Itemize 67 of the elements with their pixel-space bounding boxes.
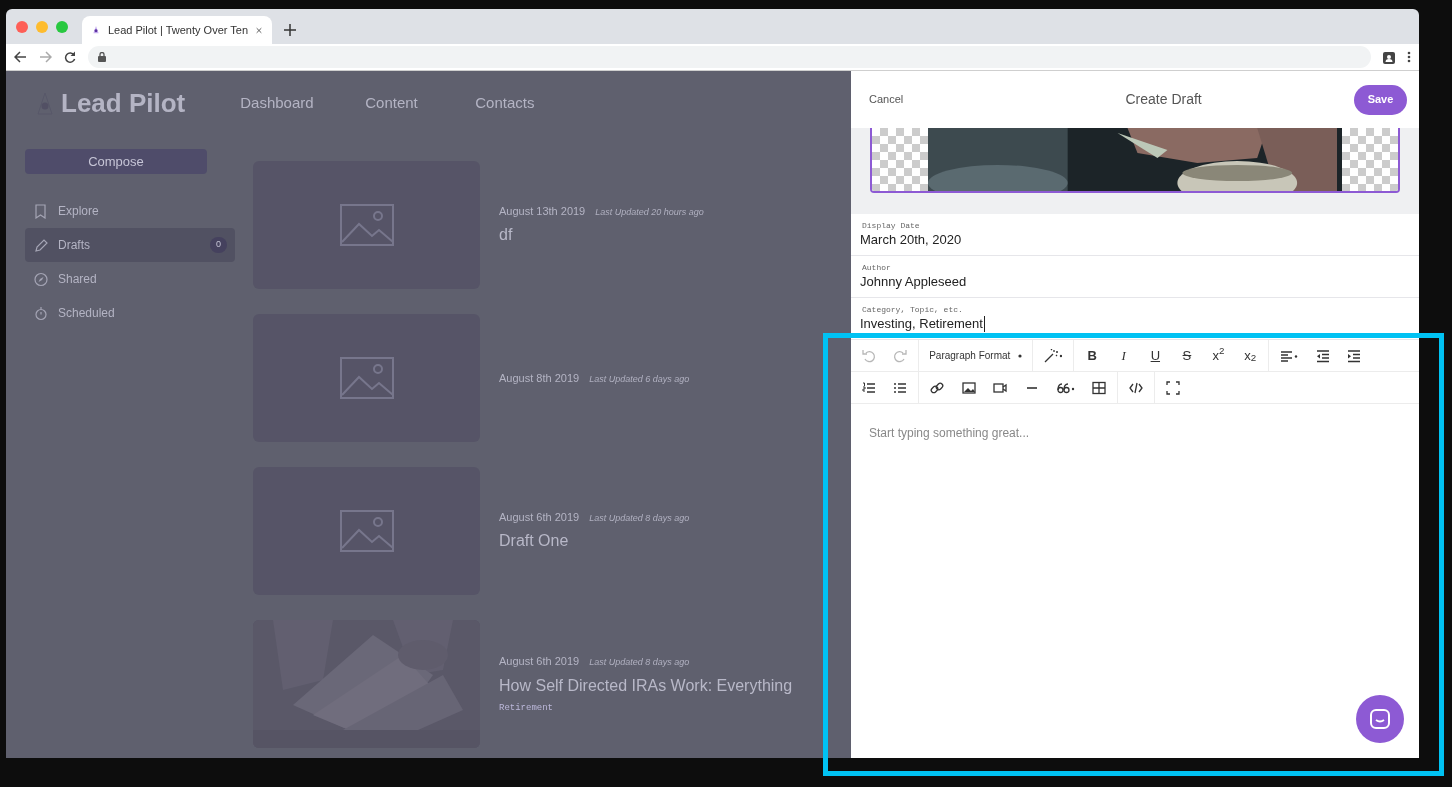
new-tab-icon[interactable] (284, 24, 296, 36)
code-icon[interactable] (1128, 380, 1143, 395)
field-label: Category, Topic, etc. (862, 304, 964, 316)
compass-icon (34, 271, 48, 287)
menu-icon[interactable] (1407, 51, 1411, 63)
thumbnail-placeholder[interactable] (253, 161, 480, 289)
quote-icon[interactable] (1056, 380, 1075, 395)
stopwatch-icon (34, 305, 48, 321)
cancel-button[interactable]: Cancel (869, 91, 904, 108)
sidebar-item[interactable]: Drafts 0 (25, 228, 235, 262)
caret-icon (1018, 353, 1023, 358)
outdent-icon[interactable] (1315, 348, 1330, 363)
post-tag: Retirement (499, 701, 793, 715)
updated-time: Last Updated 8 days ago (589, 656, 690, 669)
post-date: August 13th 2019 (499, 203, 586, 219)
panel-title: Create Draft (1125, 90, 1202, 109)
numbered-list-icon[interactable] (861, 380, 876, 395)
link-icon[interactable] (930, 380, 944, 395)
pencil-icon (34, 237, 48, 253)
save-button[interactable]: Save (1354, 84, 1407, 115)
count-badge: 0 (210, 237, 227, 253)
underline-button[interactable]: U (1139, 340, 1172, 371)
reload-icon[interactable] (64, 51, 76, 63)
image-placeholder-icon (339, 510, 394, 552)
updated-time: Last Updated 8 days ago (589, 511, 690, 525)
subscript-button[interactable]: x$_{2}$ (1234, 340, 1266, 371)
compose-button[interactable]: Compose (25, 149, 207, 174)
address-field[interactable] (88, 46, 1371, 68)
table-icon[interactable] (1092, 380, 1107, 395)
editor-field[interactable]: Start typing something great... (851, 404, 1419, 758)
post-date: August 6th 2019 (499, 654, 580, 669)
image-placeholder-icon (339, 204, 394, 246)
updated-time: Last Updated 6 days ago (589, 372, 690, 386)
thumbnail-placeholder[interactable] (253, 314, 480, 442)
field-label: Display Date (862, 220, 921, 232)
image-placeholder-icon (339, 357, 394, 399)
logo: Lead Pilot (61, 87, 186, 120)
bulleted-list-icon[interactable] (893, 380, 908, 395)
magic-wand-icon[interactable] (1044, 348, 1063, 363)
strikethrough-button[interactable]: S (1171, 340, 1203, 371)
field-label: Author (862, 262, 892, 274)
tab-title: Lead Pilot | Twenty Over Ten (108, 22, 248, 38)
indent-icon[interactable] (1347, 348, 1362, 363)
back-icon[interactable] (14, 51, 27, 63)
align-left-icon[interactable] (1279, 348, 1298, 363)
video-icon[interactable] (993, 380, 1008, 395)
lock-icon (98, 52, 106, 62)
fullscreen-icon[interactable] (1165, 380, 1180, 395)
bold-button[interactable]: B (1076, 340, 1108, 371)
italic-button[interactable]: I (1107, 340, 1140, 371)
post-date: August 8th 2019 (499, 370, 580, 386)
input-field[interactable]: Investing, Retirement (860, 316, 985, 332)
format-dropdown[interactable]: Paragraph Format (921, 340, 1031, 371)
input-field[interactable]: Johnny Appleseed (860, 274, 968, 290)
chat-icon (1370, 709, 1390, 729)
rocket-icon (92, 24, 100, 36)
image-icon[interactable] (961, 380, 976, 395)
close-icon[interactable] (256, 25, 262, 35)
bookmark-icon (34, 203, 48, 219)
browser-tab[interactable]: Lead Pilot | Twenty Over Ten (82, 16, 272, 44)
thumbnail-placeholder[interactable] (253, 467, 480, 595)
superscript-button[interactable]: x$^{2}$ (1202, 340, 1235, 371)
updated-time: Last Updated 20 hours ago (595, 205, 704, 219)
image-preview[interactable] (870, 128, 1400, 193)
post-date: August 6th 2019 (499, 509, 580, 525)
contact-card-icon[interactable] (1383, 50, 1395, 64)
input-field[interactable]: March 20th, 2020 (860, 232, 963, 248)
